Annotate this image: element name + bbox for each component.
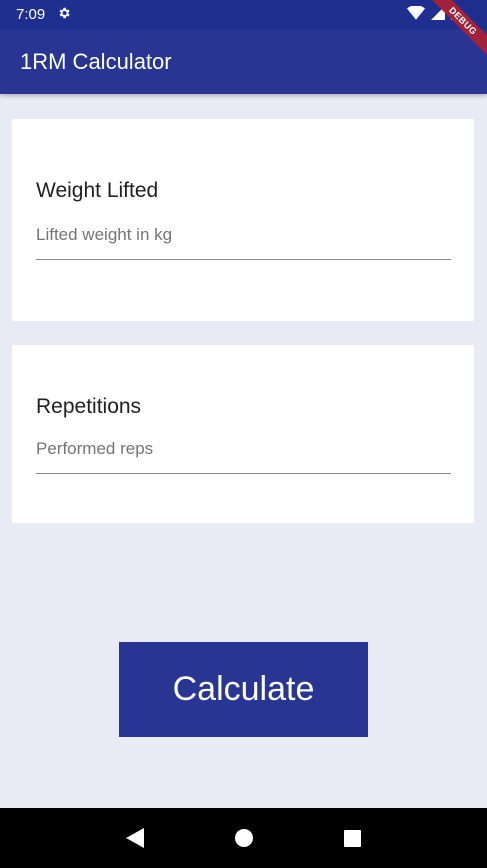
recents-icon[interactable] (338, 823, 368, 853)
signal-icon (431, 5, 445, 24)
weight-card: Weight Lifted (12, 119, 474, 321)
wifi-icon (407, 4, 425, 24)
weight-input[interactable] (36, 219, 451, 260)
weight-field-label: Weight Lifted (36, 179, 159, 202)
home-icon[interactable] (229, 823, 259, 853)
battery-icon (451, 5, 459, 24)
page-title: 1RM Calculator (20, 48, 172, 74)
back-icon[interactable] (120, 823, 150, 853)
reps-field-label: Repetitions (36, 395, 142, 418)
settings-icon (57, 6, 71, 24)
calculate-button[interactable]: Calculate (119, 642, 368, 737)
reps-card: Repetitions (12, 345, 474, 523)
status-bar: 7:09 (0, 0, 487, 29)
status-time: 7:09 (16, 6, 46, 23)
app-bar: 1RM Calculator (0, 29, 487, 94)
reps-input[interactable] (36, 433, 451, 474)
navigation-bar (0, 808, 487, 868)
